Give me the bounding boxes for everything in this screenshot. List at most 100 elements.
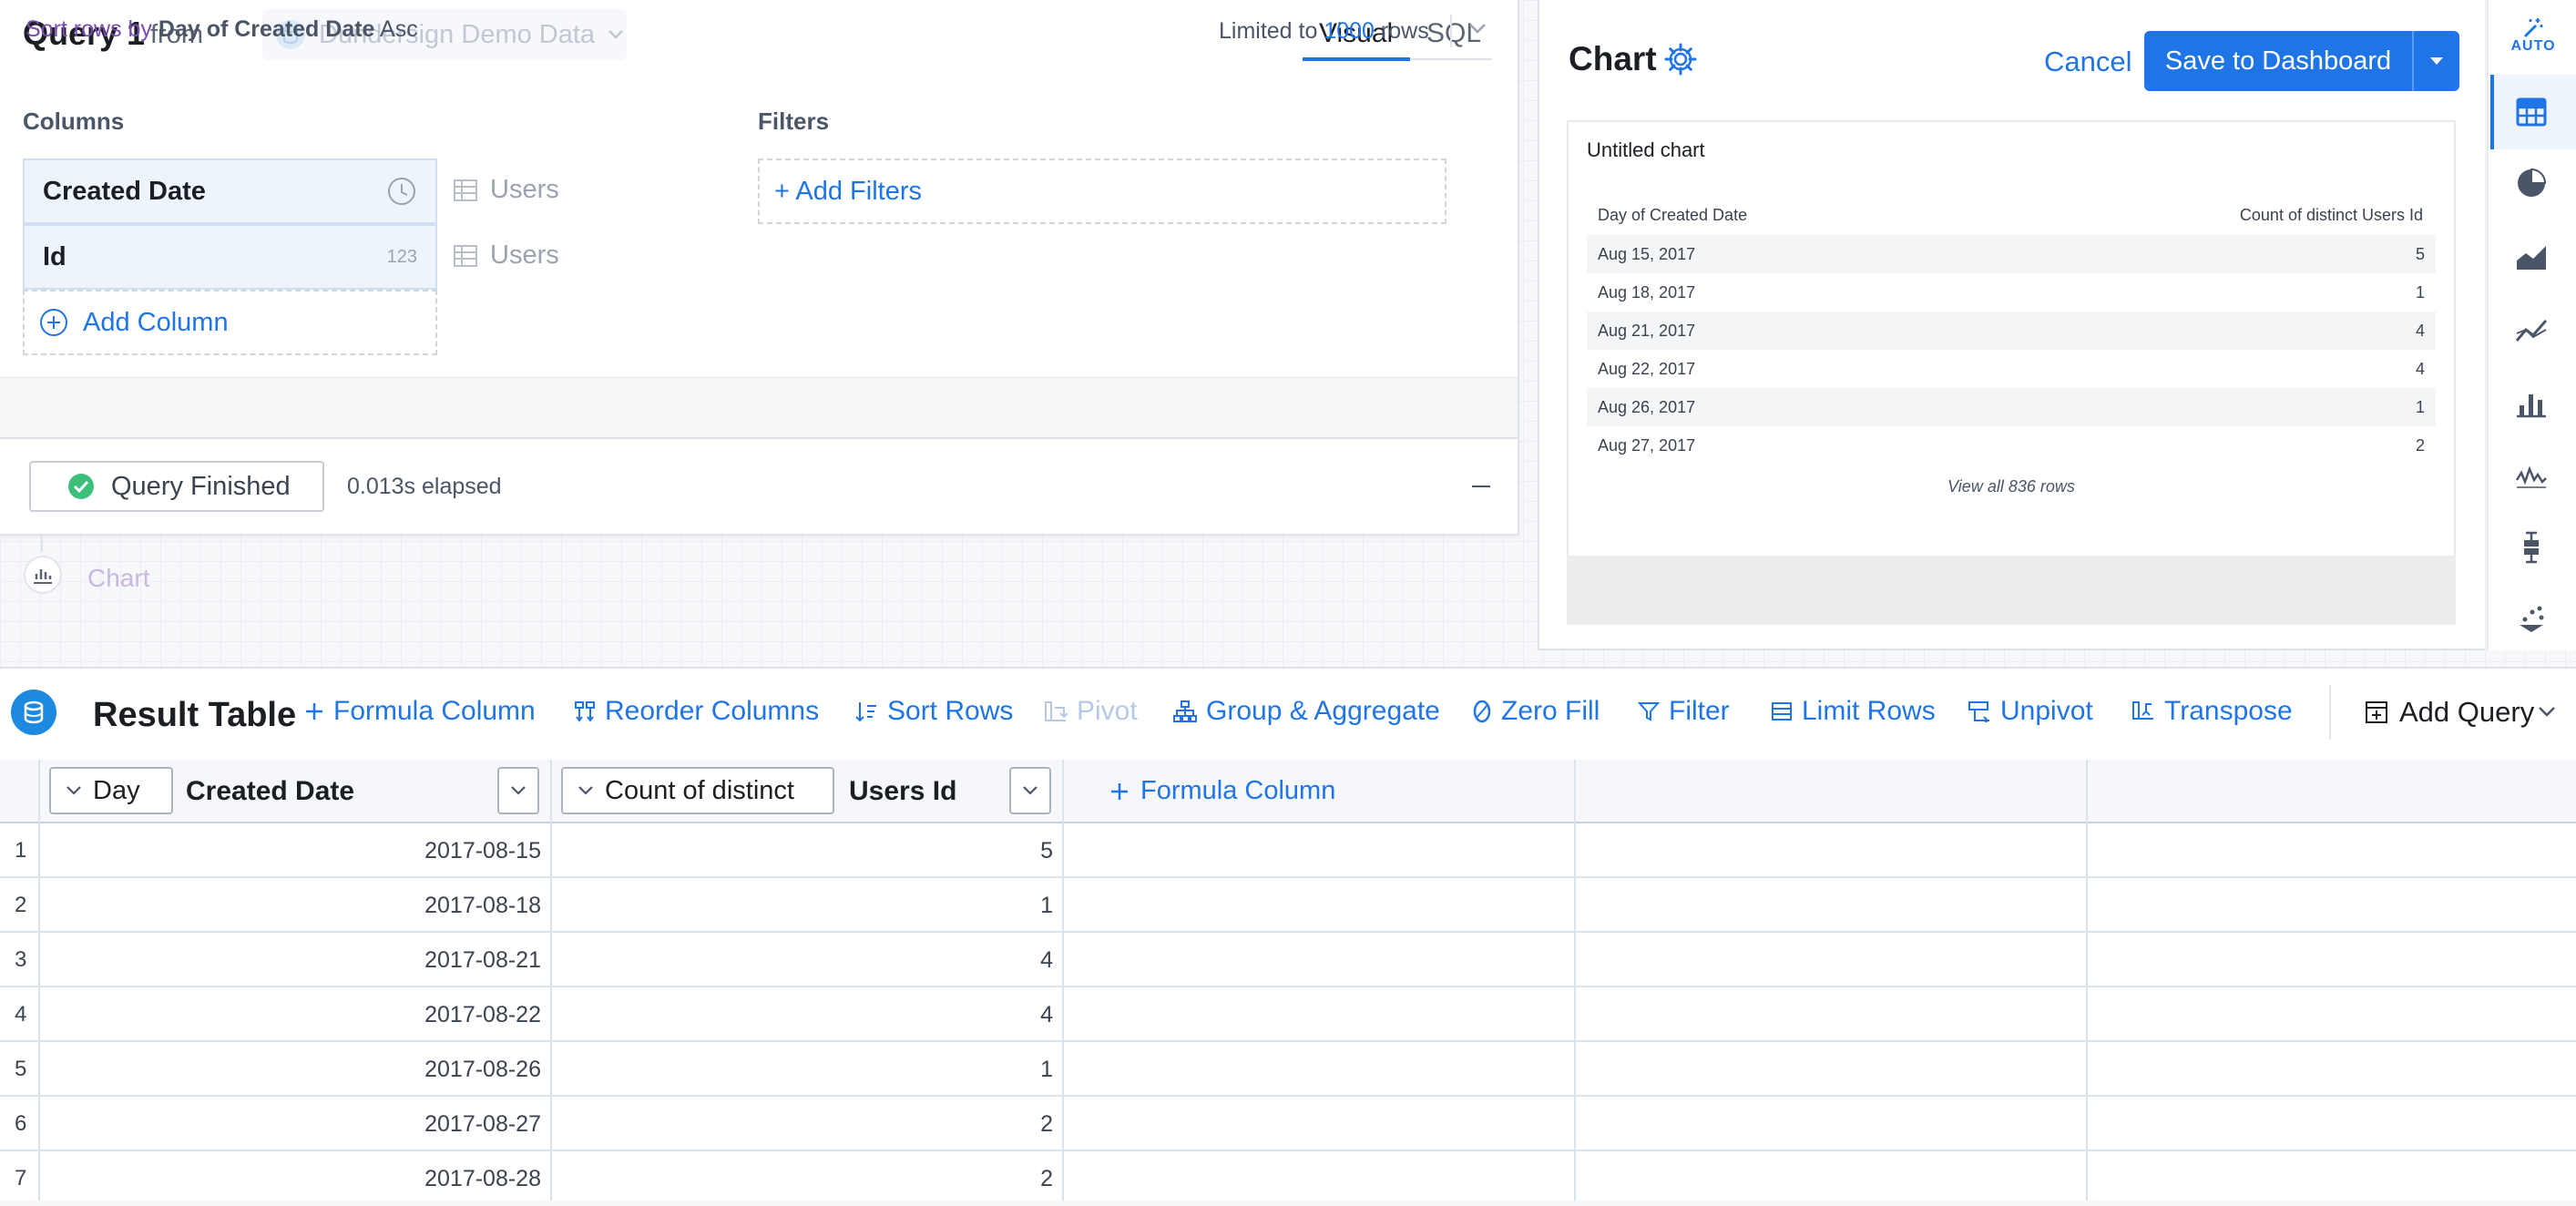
formula-column-button[interactable]: Formula Column	[304, 696, 536, 727]
sort-direction: Asc	[380, 16, 418, 42]
limit-summary[interactable]: Limited to 1000 rows	[1219, 18, 1429, 45]
sort-icon	[854, 700, 878, 722]
column-table-label: Users	[490, 240, 559, 270]
chart-type-auto[interactable]: AUTO	[2490, 0, 2576, 71]
pie-chart-icon[interactable]	[2505, 157, 2558, 210]
column-header-created-date[interactable]: Created Date	[186, 776, 354, 807]
unpivot-button[interactable]: Unpivot	[1968, 696, 2093, 727]
reorder-icon	[574, 700, 596, 722]
connector-line	[41, 536, 43, 552]
sparkline-chart-icon[interactable]	[2505, 450, 2558, 503]
limit-suffix: rows	[1380, 18, 1429, 44]
zero-fill-icon	[1472, 700, 1492, 723]
group-aggregate-button[interactable]: Group & Aggregate	[1173, 696, 1440, 727]
cell-users-id-count: 1	[1040, 893, 1053, 918]
aggregation-select-day[interactable]: Day	[49, 767, 173, 814]
limit-rows-button[interactable]: Limit Rows	[1771, 696, 1936, 727]
check-circle-icon	[67, 473, 95, 500]
reorder-columns-button[interactable]: Reorder Columns	[574, 696, 819, 727]
column-table-label: Users	[490, 175, 559, 204]
cell-users-id-count: 2	[1040, 1111, 1053, 1137]
column-separator	[1574, 760, 1576, 1201]
add-query-icon	[2365, 700, 2388, 724]
add-query-button[interactable]: Add Query	[2365, 696, 2534, 729]
table-row: 7 2017-08-28 2	[0, 1151, 2576, 1206]
table-icon[interactable]	[2505, 86, 2558, 138]
plus-icon	[304, 701, 324, 721]
aggregation-label: Count of distinct	[605, 775, 794, 805]
filter-button[interactable]: Filter	[1638, 696, 1730, 727]
reorder-columns-label: Reorder Columns	[605, 696, 820, 726]
preview-cell-date: Aug 26, 2017	[1598, 397, 1696, 416]
add-formula-column-header[interactable]: Formula Column	[1109, 776, 1335, 806]
gear-icon[interactable]	[1663, 42, 1698, 77]
table-row: 1 2017-08-15 5	[0, 823, 2576, 878]
result-table-title: Result Table	[93, 696, 297, 734]
divider	[1450, 15, 1452, 47]
preview-row: Aug 18, 2017 1	[1587, 273, 2436, 312]
bar-chart-icon[interactable]	[24, 556, 62, 594]
chevron-down-icon[interactable]	[2538, 705, 2556, 718]
save-options-dropdown[interactable]	[2412, 31, 2459, 91]
column-header-users-id[interactable]: Users Id	[849, 776, 956, 807]
preview-row: Aug 27, 2017 2	[1587, 426, 2436, 465]
preview-row: Aug 26, 2017 1	[1587, 388, 2436, 426]
sort-rows-button[interactable]: Sort Rows	[854, 696, 1013, 727]
view-all-rows-link[interactable]: View all 836 rows	[1922, 477, 2101, 496]
table-row: 2 2017-08-18 1	[0, 878, 2576, 933]
aggregation-select-count-distinct[interactable]: Count of distinct	[561, 767, 834, 814]
preview-cell-count: 4	[2415, 359, 2425, 378]
cell-users-id-count: 1	[1040, 1057, 1053, 1082]
chevron-down-icon	[66, 785, 82, 796]
pivot-label: Pivot	[1077, 696, 1138, 726]
transpose-icon	[2131, 700, 2155, 722]
preview-cell-date: Aug 18, 2017	[1598, 282, 1696, 302]
numeric-type-badge: 123	[386, 246, 417, 267]
collapse-icon[interactable]	[1472, 485, 1490, 487]
preview-cell-count: 1	[2415, 397, 2425, 416]
line-chart-icon[interactable]	[2505, 304, 2558, 357]
preview-cell-date: Aug 15, 2017	[1598, 244, 1696, 263]
preview-row: Aug 21, 2017 4	[1587, 312, 2436, 350]
table-row: 3 2017-08-21 4	[0, 933, 2576, 987]
divider	[2329, 685, 2331, 740]
sort-rows-label: Sort Rows	[887, 696, 1014, 726]
chart-node-label[interactable]: Chart	[87, 564, 149, 593]
table-row: 4 2017-08-22 4	[0, 987, 2576, 1042]
chevron-down-icon	[608, 29, 624, 40]
column-name: Created Date	[43, 176, 206, 206]
chevron-down-icon[interactable]	[1468, 22, 1487, 35]
pivot-button[interactable]: Pivot	[1044, 696, 1138, 727]
save-to-dashboard-button[interactable]: Save to Dashboard	[2144, 31, 2412, 91]
sort-summary[interactable]: Sort rows by Day of Created Date Asc	[26, 16, 418, 43]
area-chart-icon[interactable]	[2505, 231, 2558, 284]
add-column-button[interactable]: Add Column	[23, 290, 437, 355]
preview-row: Aug 15, 2017 5	[1587, 235, 2436, 273]
unpivot-icon	[1968, 700, 1991, 722]
cell-users-id-count: 5	[1040, 838, 1053, 864]
column-table-users: Users	[454, 175, 559, 205]
transpose-button[interactable]: Transpose	[2131, 696, 2293, 727]
filter-label: Filter	[1669, 696, 1730, 726]
column-separator	[38, 760, 40, 1201]
plus-icon	[1109, 782, 1130, 802]
chevron-down-icon	[510, 785, 526, 796]
zero-fill-button[interactable]: Zero Fill	[1472, 696, 1600, 727]
column-pill-created-date[interactable]: Created Date	[23, 158, 437, 224]
column-menu-button[interactable]	[1009, 767, 1051, 814]
column-pill-id[interactable]: Id 123	[23, 224, 437, 290]
chevron-down-icon	[1022, 785, 1038, 796]
chevron-down-icon	[578, 785, 594, 796]
preview-footer	[1567, 556, 2456, 625]
column-menu-button[interactable]	[497, 767, 539, 814]
add-filters-button[interactable]: + Add Filters	[758, 158, 1446, 224]
transpose-label: Transpose	[2164, 696, 2293, 726]
cancel-button[interactable]: Cancel	[2044, 46, 2132, 78]
bar-chart-icon[interactable]	[2505, 377, 2558, 430]
query-status-button[interactable]: Query Finished	[29, 461, 324, 512]
scatter-chart-icon[interactable]	[2505, 592, 2558, 645]
row-number: 2	[15, 893, 27, 917]
preview-cell-count: 1	[2415, 282, 2425, 302]
filters-label: Filters	[758, 107, 830, 135]
box-plot-icon[interactable]	[2505, 521, 2558, 574]
